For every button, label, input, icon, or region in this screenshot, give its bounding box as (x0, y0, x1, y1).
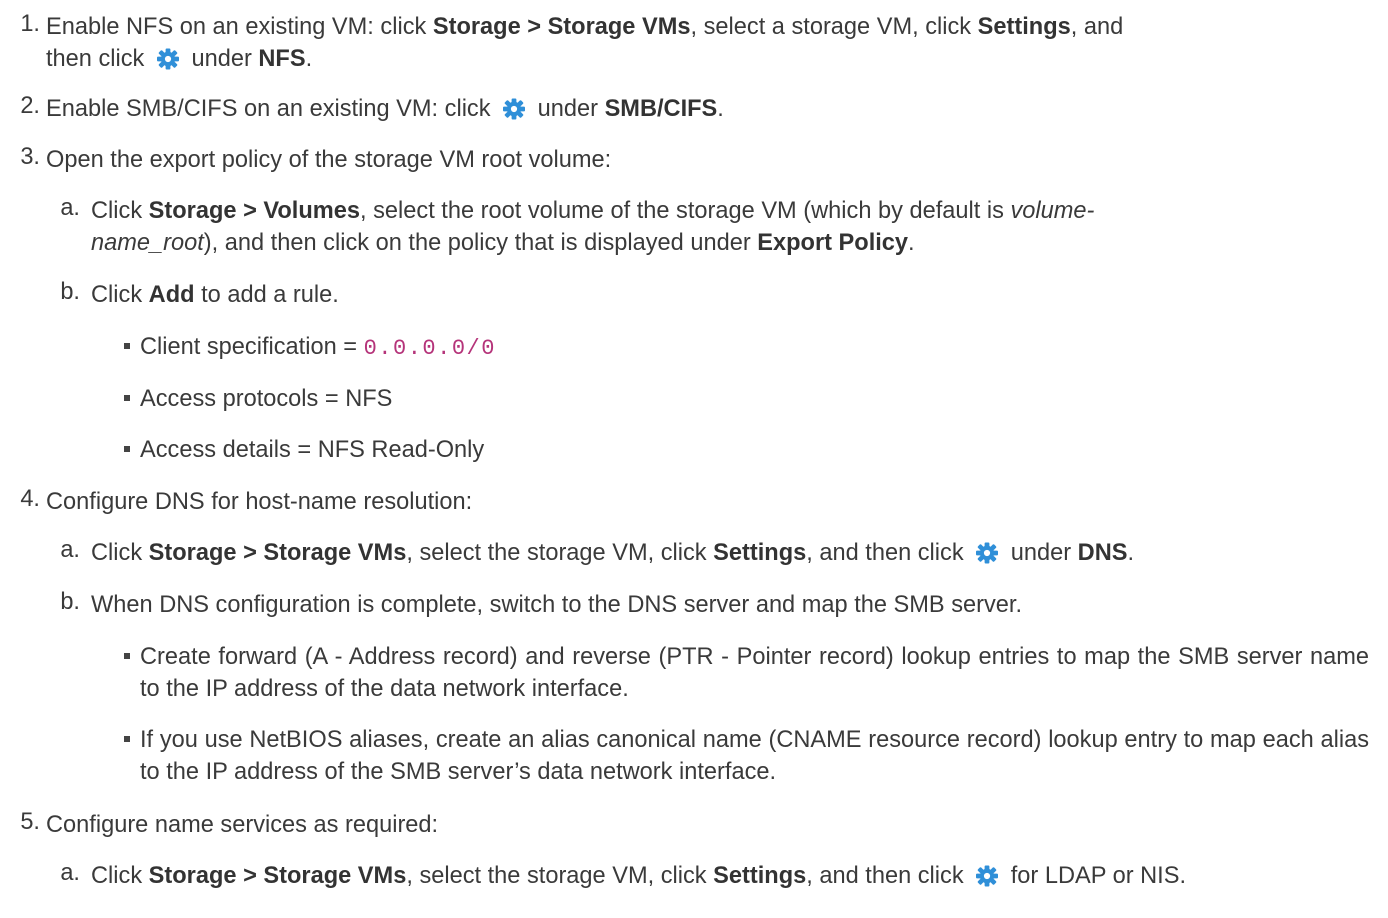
substep-text: Click Storage > Volumes, select the root… (91, 198, 1095, 224)
step-text: Configure name services as required: (46, 812, 439, 838)
bullet-marker (124, 736, 130, 742)
step-number: 4. (20, 486, 40, 512)
bullet-text: Access protocols = NFS (140, 386, 393, 412)
gear-icon[interactable] (974, 542, 1000, 564)
substep-text-cont: name_root), and then click on the policy… (91, 230, 915, 256)
step-number: 2. (20, 93, 40, 119)
step-number: 3. (20, 144, 40, 170)
bullet-text: Create forward (A - Address record) and … (140, 644, 1369, 702)
substep-letter: a. (60, 860, 80, 886)
gear-icon[interactable] (974, 865, 1000, 887)
substep-letter: a. (60, 195, 80, 221)
bullet-marker (124, 343, 130, 349)
substep-text: When DNS configuration is complete, swit… (91, 592, 1023, 618)
substep-text: Click Storage > Storage VMs, select the … (91, 540, 1135, 566)
substep-text: Click Storage > Storage VMs, select the … (91, 863, 1187, 889)
step-number: 5. (20, 809, 40, 835)
substep-letter: b. (60, 589, 80, 615)
bullet-marker (124, 395, 130, 401)
step-text-cont: then click under NFS. (46, 46, 313, 72)
step-number: 1. (20, 11, 40, 37)
bullet-text: If you use NetBIOS aliases, create an al… (140, 727, 1369, 785)
step-text: Open the export policy of the storage VM… (46, 147, 612, 173)
client-spec-code: 0.0.0.0/0 (363, 336, 496, 361)
bullet-marker (124, 446, 130, 452)
step-text: Enable SMB/CIFS on an existing VM: click… (46, 96, 724, 122)
substep-letter: a. (60, 537, 80, 563)
bullet-text: Access details = NFS Read-Only (140, 437, 485, 463)
substep-text: Click Add to add a rule. (91, 282, 339, 308)
gear-icon[interactable] (501, 98, 527, 120)
substep-letter: b. (60, 279, 80, 305)
bullet-marker (124, 653, 130, 659)
gear-icon[interactable] (155, 48, 181, 70)
bullet-text: Client specification = 0.0.0.0/0 (140, 334, 496, 361)
step-text: Configure DNS for host-name resolution: (46, 489, 473, 515)
step-text: Enable NFS on an existing VM: click Stor… (46, 14, 1124, 40)
